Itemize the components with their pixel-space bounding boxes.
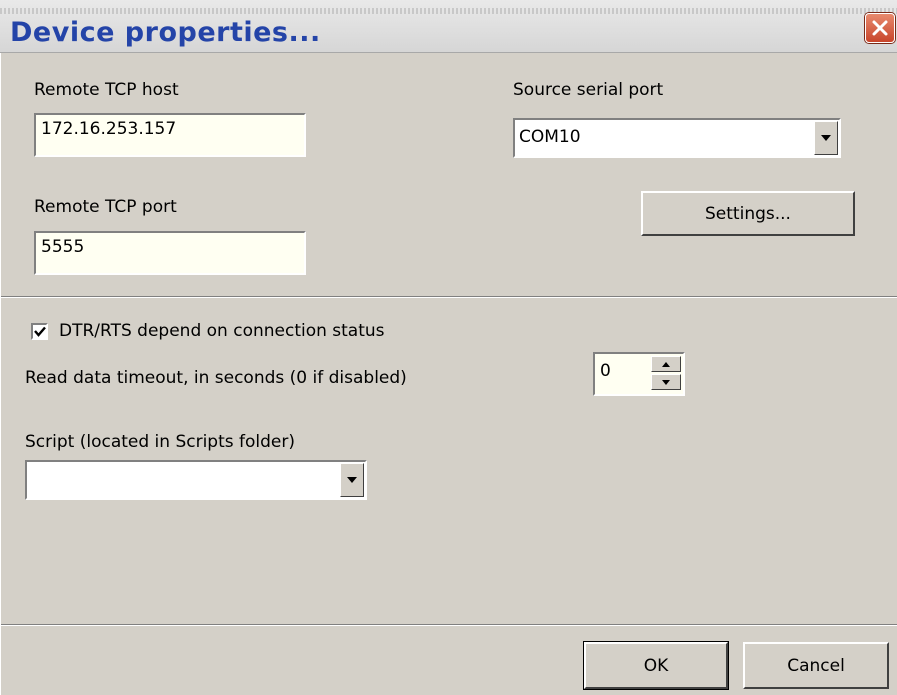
arrow-up-icon: [662, 361, 670, 367]
window-title: Device properties...: [10, 17, 321, 48]
remote-port-label: Remote TCP port: [34, 197, 177, 217]
chevron-down-icon: [821, 135, 831, 141]
dialog-body: Remote TCP host 172.16.253.157 Remote TC…: [0, 53, 897, 695]
spin-up-button[interactable]: [651, 356, 681, 372]
remote-host-label: Remote TCP host: [34, 80, 179, 100]
close-icon: [872, 20, 888, 36]
dtr-rts-label: DTR/RTS depend on connection status: [59, 321, 385, 341]
settings-button[interactable]: Settings...: [641, 191, 855, 236]
dtr-rts-checkbox[interactable]: [31, 323, 48, 340]
separator: [1, 624, 897, 626]
spin-down-button[interactable]: [651, 374, 681, 390]
script-select[interactable]: [25, 460, 367, 500]
dropdown-arrow-button[interactable]: [340, 463, 364, 497]
checkmark-icon: [33, 326, 46, 337]
script-label: Script (located in Scripts folder): [25, 432, 295, 452]
title-bar-texture: [0, 8, 897, 14]
arrow-down-icon: [662, 379, 670, 385]
timeout-spinner[interactable]: 0: [593, 352, 685, 396]
serial-port-label: Source serial port: [513, 80, 664, 100]
dropdown-arrow-button[interactable]: [814, 121, 838, 155]
serial-port-value: COM10: [519, 127, 581, 147]
separator: [1, 296, 897, 298]
title-bar[interactable]: Device properties...: [0, 0, 897, 53]
close-button[interactable]: [865, 13, 895, 43]
timeout-value[interactable]: 0: [600, 361, 611, 381]
remote-host-input[interactable]: 172.16.253.157: [34, 113, 306, 157]
serial-port-select[interactable]: COM10: [513, 118, 841, 158]
ok-button[interactable]: OK: [583, 641, 729, 690]
cancel-button[interactable]: Cancel: [743, 642, 889, 689]
remote-port-input[interactable]: 5555: [34, 231, 306, 275]
timeout-label: Read data timeout, in seconds (0 if disa…: [25, 368, 407, 388]
chevron-down-icon: [347, 477, 357, 483]
